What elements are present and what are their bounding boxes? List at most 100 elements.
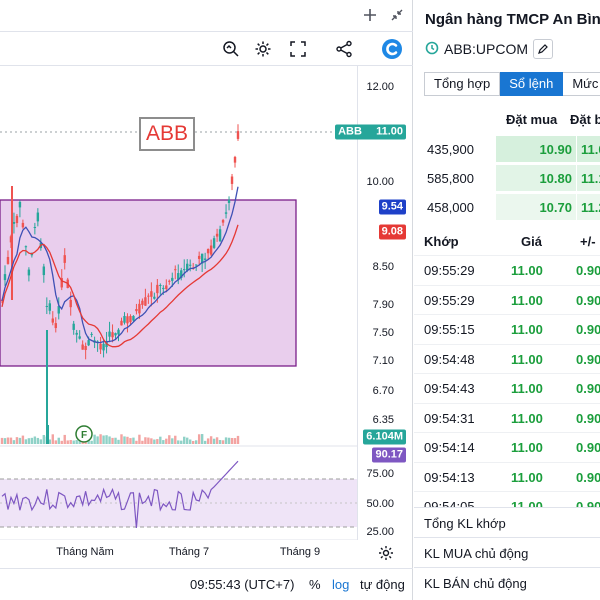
- volume-bar: [159, 436, 162, 444]
- summary-label: KL MUA chủ động: [424, 546, 529, 561]
- clock-readout: 09:55:43 (UTC+7): [190, 577, 295, 592]
- plus-icon[interactable]: [360, 5, 380, 25]
- volume-bar: [60, 440, 63, 444]
- volume-bar: [236, 435, 240, 444]
- trade-row[interactable]: 09:54:14 11.00 0.90: [414, 432, 600, 461]
- candle-body: [150, 291, 153, 297]
- trade-row[interactable]: 09:55:29 11.00 0.90: [414, 284, 600, 314]
- candle-body: [156, 284, 159, 294]
- fullscreen-icon[interactable]: [286, 38, 310, 60]
- volume-bar: [63, 434, 66, 444]
- market-clock-icon: [425, 41, 439, 58]
- share-icon[interactable]: [332, 38, 356, 60]
- volume-bar: [126, 436, 129, 444]
- ask-price: 11.20: [581, 200, 600, 215]
- summary-buy-volume[interactable]: KL MUA chủ động: [414, 537, 600, 567]
- trade-time: 09:55:29: [424, 292, 475, 308]
- bid-price-cell[interactable]: 10.70: [496, 194, 576, 220]
- ask-price-cell[interactable]: 11.10: [577, 165, 600, 191]
- edit-pencil-icon[interactable]: [533, 39, 554, 59]
- volume-bar: [57, 437, 60, 444]
- volume-bar: [117, 439, 120, 444]
- candle-body: [78, 336, 81, 339]
- volume-bar: [54, 440, 57, 444]
- axis-settings-gear-icon[interactable]: [378, 545, 394, 561]
- volume-bar: [171, 438, 174, 444]
- trade-price: 11.00: [511, 292, 543, 308]
- trade-row[interactable]: 09:54:43 11.00 0.90: [414, 373, 600, 402]
- bid-price: 10.80: [539, 171, 572, 186]
- ask-price: 11.00: [581, 142, 600, 157]
- order-panel: Ngân hàng TMCP An Bình ABB:UPCOM Tổng hợ…: [414, 0, 600, 600]
- tab-summary[interactable]: Tổng hợp: [424, 72, 501, 96]
- volume-tag: 6.104M: [363, 429, 406, 445]
- chart-annotation-label: ABB: [139, 117, 195, 151]
- trade-time: 09:54:48: [424, 351, 475, 367]
- tab-levels[interactable]: Mức: [563, 72, 600, 96]
- gear-icon[interactable]: [251, 38, 275, 60]
- trade-row[interactable]: 09:55:15 11.00 0.90: [414, 314, 600, 343]
- candle-body: [111, 332, 114, 338]
- trade-time: 09:54:13: [424, 469, 475, 485]
- candle-body: [12, 222, 16, 224]
- candle-body: [162, 287, 165, 290]
- candle-body: [99, 343, 102, 350]
- candle-body: [48, 303, 51, 311]
- zoom-magnifier-icon[interactable]: [219, 38, 243, 60]
- trade-row[interactable]: 09:54:31 11.00 0.90: [414, 402, 600, 432]
- volume-bar: [99, 434, 102, 444]
- percent-scale-toggle[interactable]: %: [309, 577, 321, 592]
- log-scale-toggle[interactable]: log: [332, 577, 349, 592]
- candle-body: [72, 323, 75, 330]
- trade-row[interactable]: 09:54:13 11.00 0.90: [414, 461, 600, 491]
- rsi-tag: 90.17: [372, 447, 406, 463]
- panel-tabs: Tổng hợp Sổ lệnh Mức: [424, 72, 600, 96]
- volume-bar: [168, 435, 171, 444]
- candle-body: [197, 255, 201, 259]
- candle-body: [75, 332, 78, 335]
- candle-body: [221, 220, 225, 223]
- volume-bar: [18, 437, 22, 444]
- ask-price-cell[interactable]: 11.00: [577, 136, 600, 162]
- collapse-arrows-icon[interactable]: [387, 5, 407, 25]
- brand-logo-icon[interactable]: [380, 38, 404, 60]
- volume-bar: [147, 437, 150, 444]
- summary-total-volume[interactable]: Tổng KL khớp: [414, 507, 600, 537]
- volume-bar: [221, 440, 225, 444]
- orderbook-row[interactable]: 458,000 10.70 11.20: [414, 194, 600, 221]
- ma-red-tag: 9.08: [378, 224, 406, 240]
- candle-body: [212, 238, 216, 248]
- bid-volume: 585,800: [427, 171, 474, 186]
- bid-price-cell[interactable]: 10.80: [496, 165, 576, 191]
- candle-body: [36, 212, 40, 222]
- volume-bar: [0, 437, 4, 444]
- candle-body: [168, 280, 171, 282]
- candle-body: [165, 285, 168, 289]
- trade-price: 11.00: [511, 469, 543, 485]
- rsi-band: [0, 479, 357, 527]
- orderbook-row[interactable]: 435,900 10.90 11.00: [414, 136, 600, 163]
- ask-price-cell[interactable]: 11.20: [577, 194, 600, 220]
- volume-bar: [120, 434, 123, 444]
- candle-body: [6, 256, 10, 264]
- event-marker-label: F: [81, 430, 87, 441]
- candle-body: [224, 212, 228, 214]
- candle-body: [153, 296, 156, 299]
- volume-bar: [177, 440, 180, 444]
- trade-change: 0.90: [576, 469, 600, 485]
- trading-screen: F ABB 12.00 10.00 8.50 7.90 7.50 7.10 6.70 6.35…: [0, 0, 600, 600]
- auto-scale-toggle[interactable]: tự động: [360, 577, 405, 592]
- summary-sell-volume[interactable]: KL BÁN chủ động: [414, 567, 600, 597]
- trade-row[interactable]: 09:54:48 11.00 0.90: [414, 343, 600, 373]
- trade-price: 11.00: [511, 322, 543, 337]
- trade-row[interactable]: 09:55:29 11.00 0.90: [414, 255, 600, 284]
- company-name: Ngân hàng TMCP An Bình: [425, 11, 600, 28]
- orderbook-row[interactable]: 585,800 10.80 11.10: [414, 165, 600, 192]
- bid-price-cell[interactable]: 10.90: [496, 136, 576, 162]
- tab-orderbook[interactable]: Sổ lệnh: [500, 72, 564, 96]
- trades-header: Khớp Giá +/-: [414, 232, 600, 252]
- bid-price: 10.90: [539, 142, 572, 157]
- candle-body: [183, 269, 186, 271]
- candle-body: [215, 233, 219, 237]
- ticker-symbol: ABB:UPCOM: [444, 41, 529, 57]
